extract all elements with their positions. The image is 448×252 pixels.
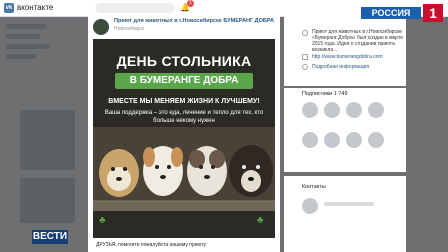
avatar[interactable] [368, 132, 384, 148]
avatar[interactable] [368, 102, 384, 118]
post-caption: ДРУЗЬЯ, помогите пожалуйста нашему приют… [96, 242, 207, 248]
info-icon [302, 30, 308, 36]
avatar[interactable] [302, 102, 318, 118]
notification-badge: 1 [187, 0, 194, 7]
avatar[interactable] [346, 102, 362, 118]
post-card: Приют для животных в г.Новосибирске БУМЕ… [88, 14, 280, 252]
channel-name: РОССИЯ [361, 7, 421, 19]
subscribers-panel: Подписчики 1 749 [284, 88, 406, 172]
tv-channel-logo: РОССИЯ 1 [361, 4, 445, 22]
left-menu-item[interactable] [6, 44, 50, 49]
group-subtitle: Новосибирск [114, 26, 145, 32]
group-website-link[interactable]: http://www.bumerangdobra.com [312, 54, 404, 60]
poster-title: ДЕНЬ СТОЛЬНИКА [116, 53, 252, 69]
left-ad-block[interactable] [20, 110, 75, 170]
clover-icon: ♣ [257, 215, 264, 226]
dog-2 [143, 146, 183, 196]
post-image[interactable]: ДЕНЬ СТОЛЬНИКА В БУМЕРАНГЕ ДОБРА ВМЕСТЕ … [93, 39, 275, 238]
vk-logo[interactable]: vk [4, 3, 14, 13]
avatar[interactable] [302, 132, 318, 148]
left-menu-item[interactable] [6, 34, 40, 39]
more-info-link[interactable]: Подробная информация [312, 64, 369, 70]
contacts-label[interactable]: Контакты [302, 184, 326, 191]
dog-3 [187, 146, 227, 196]
clover-icon: ♣ [99, 215, 106, 226]
contacts-panel: Контакты [284, 176, 406, 252]
group-info-panel: Приют для животных в г.Новосибирске «Бум… [284, 14, 406, 86]
contact-name[interactable] [324, 202, 374, 206]
info-icon [302, 64, 308, 70]
dog-1 [99, 149, 139, 197]
vk-title: вконтакте [17, 3, 54, 12]
poster-bottom [93, 211, 275, 238]
group-avatar[interactable] [93, 19, 109, 35]
poster-slogan: ВМЕСТЕ МЫ МЕНЯЕМ ЖИЗНИ К ЛУЧШЕМУ! [108, 98, 260, 105]
left-menu-item[interactable] [6, 24, 46, 29]
avatar[interactable] [346, 132, 362, 148]
dogs-illustration [93, 127, 275, 211]
program-logo: ВЕСТИ [32, 230, 68, 244]
subscribers-label[interactable]: Подписчики 1 749 [302, 91, 348, 98]
search-input[interactable] [95, 3, 175, 13]
avatar[interactable] [324, 132, 340, 148]
avatar[interactable] [324, 102, 340, 118]
channel-number: 1 [423, 4, 443, 22]
avatar[interactable] [302, 198, 318, 214]
left-ad-block[interactable] [20, 178, 75, 223]
group-name-link[interactable]: Приют для животных в г.Новосибирске БУМЕ… [114, 18, 276, 25]
poster-banner: В БУМЕРАНГЕ ДОБРА [115, 73, 253, 89]
poster-support-text: Ваша поддержка – это еда, лечение и тепл… [104, 110, 264, 124]
left-menu-item[interactable] [6, 54, 36, 59]
group-description: Приют для животных в г.Новосибирске «Бум… [312, 29, 403, 53]
dog-4 [229, 145, 273, 197]
link-icon [302, 54, 308, 60]
